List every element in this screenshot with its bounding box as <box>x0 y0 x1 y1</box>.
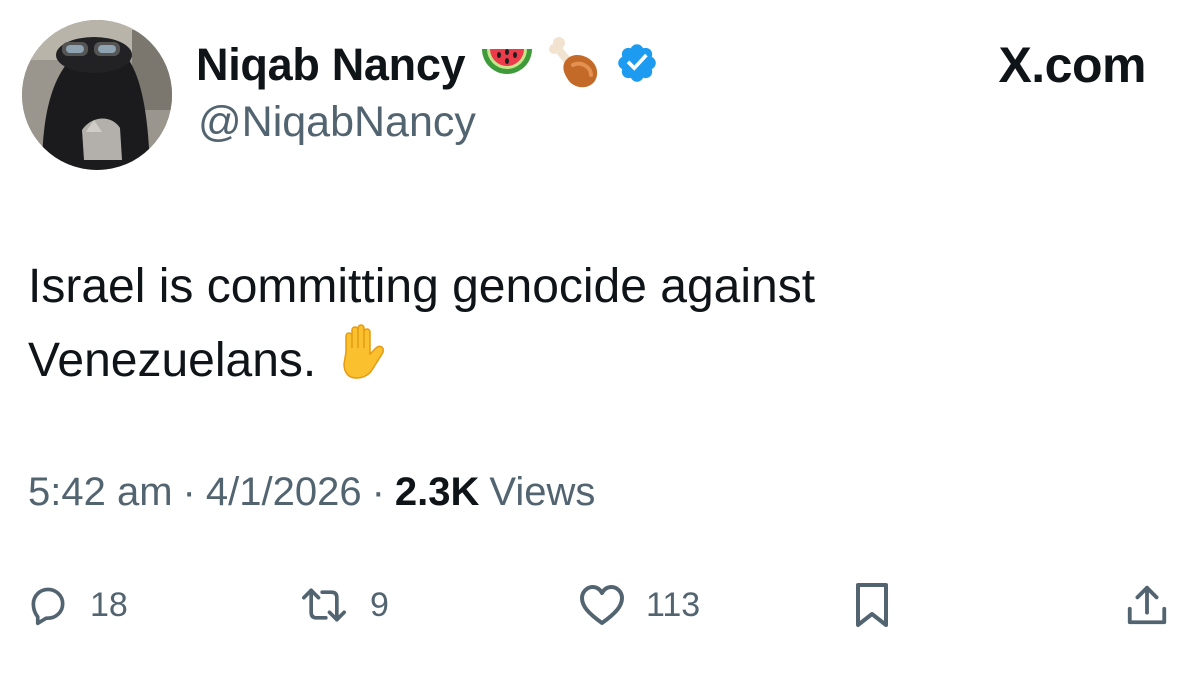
views-count: 2.3K <box>394 470 480 514</box>
separator: · <box>182 470 196 514</box>
reply-button[interactable]: 18 <box>26 570 128 640</box>
raised-hand-icon <box>334 322 388 400</box>
repost-icon <box>298 583 350 627</box>
tweet-line-last: Venezuelans. <box>28 322 1128 400</box>
bookmark-icon <box>852 580 892 630</box>
tweet-line: Israel is committing genocide against <box>28 260 816 313</box>
verified-badge-icon[interactable] <box>615 41 659 90</box>
display-name[interactable]: Niqab Nancy <box>196 39 466 91</box>
like-count: 113 <box>646 585 701 624</box>
action-bar: 18 9 113 <box>0 570 1200 640</box>
brand-label: X.com <box>998 37 1146 93</box>
share-button[interactable] <box>1124 570 1170 640</box>
heart-icon <box>578 583 626 627</box>
tweet-text: Israel is committing genocide against Ve… <box>28 252 1128 400</box>
watermelon-icon <box>479 41 535 90</box>
tweet-line: Venezuelans. <box>28 334 317 387</box>
user-name-row: Niqab Nancy <box>196 36 659 94</box>
repost-button[interactable]: 9 <box>298 570 389 640</box>
views-label: Views <box>489 470 596 514</box>
tweet-date[interactable]: 4/1/2026 <box>206 470 362 515</box>
repost-count: 9 <box>370 585 389 624</box>
separator: · <box>371 470 385 514</box>
poultry-leg-icon <box>549 35 601 96</box>
avatar[interactable] <box>22 20 172 170</box>
tweet-meta: 5:42 am · 4/1/2026 · 2.3K Views <box>28 470 595 515</box>
like-button[interactable]: 113 <box>578 570 700 640</box>
reply-icon <box>26 583 70 627</box>
bookmark-button[interactable] <box>852 570 892 640</box>
share-icon <box>1124 581 1170 629</box>
user-handle[interactable]: @NiqabNancy <box>198 98 476 147</box>
tweet-time[interactable]: 5:42 am <box>28 470 173 515</box>
reply-count: 18 <box>90 585 128 624</box>
